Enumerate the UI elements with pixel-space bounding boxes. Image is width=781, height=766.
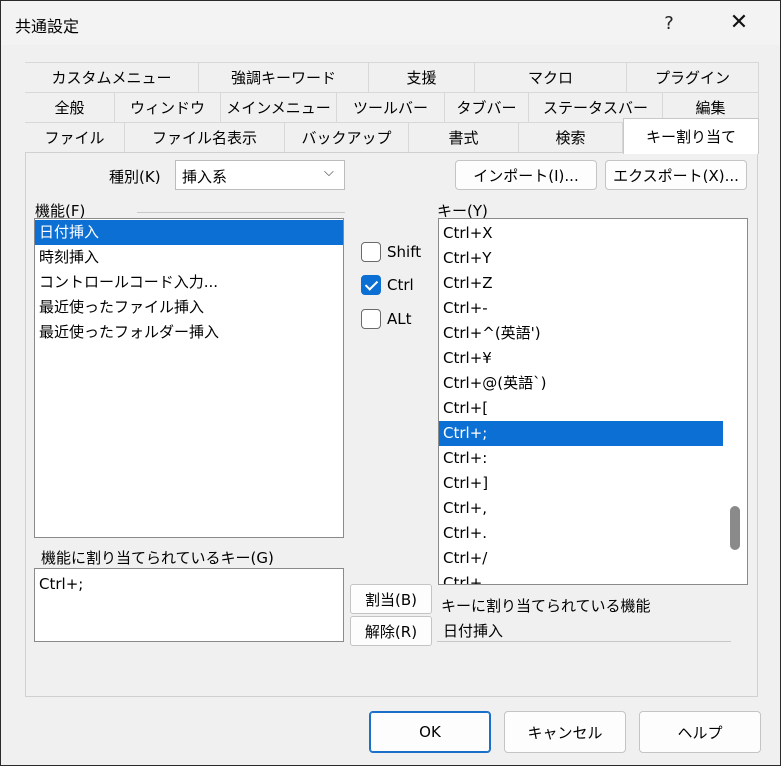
list-item[interactable]: Ctrl+:: [439, 446, 723, 471]
chevron-down-icon: ⌵: [324, 165, 334, 180]
tab-highlight-keywords[interactable]: 強調キーワード: [199, 62, 369, 92]
help-button[interactable]: ヘルプ: [639, 711, 761, 753]
window-title: 共通設定: [15, 17, 80, 36]
scrollbar[interactable]: [723, 219, 747, 584]
assigned-keys-label: 機能に割り当てられているキー(G): [41, 549, 274, 567]
tab-support[interactable]: 支援: [369, 62, 475, 92]
help-icon[interactable]: ?: [653, 9, 685, 39]
tab-plugin[interactable]: プラグイン: [627, 62, 759, 92]
shift-checkbox[interactable]: [361, 242, 381, 262]
alt-checkbox[interactable]: [361, 309, 381, 329]
list-item[interactable]: Ctrl+@(英語`): [439, 371, 723, 396]
list-item[interactable]: Ctrl+¥: [439, 346, 723, 371]
tab-custom-menu[interactable]: カスタムメニュー: [25, 62, 199, 92]
shift-label: Shift: [387, 243, 422, 261]
list-item[interactable]: Ctrl+.: [439, 521, 723, 546]
close-icon[interactable]: ✕: [719, 7, 759, 39]
assigned-keys-value: Ctrl+;: [39, 575, 84, 593]
list-item[interactable]: Ctrl+X: [439, 221, 723, 246]
tab-main-menu[interactable]: メインメニュー: [221, 92, 337, 122]
tab-macro[interactable]: マクロ: [475, 62, 627, 92]
list-item[interactable]: コントロールコード入力...: [35, 270, 343, 295]
category-select[interactable]: 挿入系 ⌵: [175, 160, 345, 190]
tab-file[interactable]: ファイル: [25, 122, 125, 152]
keys-list[interactable]: Ctrl+X Ctrl+Y Ctrl+Z Ctrl+- Ctrl+^(英語') …: [438, 218, 748, 585]
assigned-function-field: 日付挿入: [437, 616, 731, 642]
category-value: 挿入系: [182, 168, 228, 186]
list-item[interactable]: Ctrl+]: [439, 471, 723, 496]
divider: [137, 212, 345, 213]
tab-tabbar[interactable]: タブバー: [445, 92, 529, 122]
category-label: 種別(K): [109, 168, 161, 186]
tab-format[interactable]: 書式: [409, 122, 519, 152]
alt-label: ALt: [387, 310, 412, 328]
ctrl-label: Ctrl: [387, 276, 414, 294]
tab-general[interactable]: 全般: [25, 92, 115, 122]
tab-key-assign[interactable]: キー割り当て: [623, 118, 759, 154]
list-item[interactable]: Ctrl+-: [439, 296, 723, 321]
list-item[interactable]: 最近使ったファイル挿入: [35, 295, 343, 320]
scrollbar-thumb[interactable]: [730, 506, 740, 550]
tab-filename-display[interactable]: ファイル名表示: [125, 122, 285, 152]
title-bar: 共通設定 ? ✕: [1, 1, 780, 45]
tab-window[interactable]: ウィンドウ: [115, 92, 221, 122]
assigned-function-value: 日付挿入: [443, 622, 504, 640]
list-item[interactable]: Ctrl+Z: [439, 271, 723, 296]
list-item[interactable]: Ctrl+/: [439, 546, 723, 571]
remove-button[interactable]: 解除(R): [350, 616, 432, 646]
tab-toolbar[interactable]: ツールバー: [337, 92, 445, 122]
list-item[interactable]: 最近使ったフォルダー挿入: [35, 320, 343, 345]
cancel-button[interactable]: キャンセル: [504, 711, 626, 753]
assign-button[interactable]: 割当(B): [350, 584, 432, 614]
list-item[interactable]: Ctrl+[: [439, 396, 723, 421]
list-item[interactable]: Ctrl+;: [439, 421, 723, 446]
export-button[interactable]: エクスポート(X)...: [605, 160, 747, 190]
ctrl-checkbox[interactable]: [361, 275, 381, 295]
list-item[interactable]: 日付挿入: [35, 220, 343, 245]
ok-button[interactable]: OK: [369, 711, 491, 753]
list-item[interactable]: Ctrl+_: [439, 571, 723, 584]
tab-backup[interactable]: バックアップ: [285, 122, 409, 152]
settings-dialog: 共通設定 ? ✕ カスタムメニュー 強調キーワード 支援 マクロ プラグイン 全…: [0, 0, 781, 766]
list-item[interactable]: Ctrl+,: [439, 496, 723, 521]
functions-list[interactable]: 日付挿入 時刻挿入 コントロールコード入力... 最近使ったファイル挿入 最近使…: [34, 218, 344, 538]
assigned-keys-box[interactable]: Ctrl+;: [34, 568, 344, 642]
tab-search[interactable]: 検索: [519, 122, 623, 152]
list-item[interactable]: Ctrl+Y: [439, 246, 723, 271]
import-button[interactable]: インポート(I)...: [455, 160, 597, 190]
assigned-function-label: キーに割り当てられている機能: [441, 597, 651, 615]
list-item[interactable]: 時刻挿入: [35, 245, 343, 270]
list-item[interactable]: Ctrl+^(英語'): [439, 321, 723, 346]
